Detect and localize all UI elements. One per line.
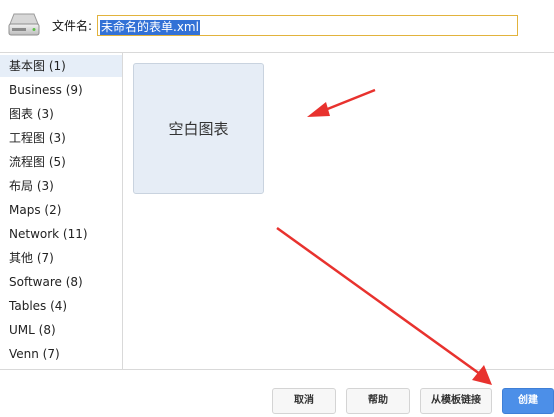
sidebar-item-charts[interactable]: 图表 (3) bbox=[0, 103, 122, 125]
sidebar-item-software[interactable]: Software (8) bbox=[0, 271, 122, 293]
filename-input[interactable]: 未命名的表单.xml bbox=[97, 15, 518, 36]
dialog-footer: 取消 帮助 从模板链接 创建 bbox=[0, 370, 554, 417]
sidebar-item-engineering[interactable]: 工程图 (3) bbox=[0, 127, 122, 149]
filename-header: 文件名: 未命名的表单.xml bbox=[0, 0, 554, 52]
sidebar-item-layout[interactable]: 布局 (3) bbox=[0, 175, 122, 197]
sidebar-item-uml[interactable]: UML (8) bbox=[0, 319, 122, 341]
cancel-button[interactable]: 取消 bbox=[272, 388, 336, 414]
sidebar-item-other[interactable]: 其他 (7) bbox=[0, 247, 122, 269]
sidebar-item-tables[interactable]: Tables (4) bbox=[0, 295, 122, 317]
template-card-blank[interactable]: 空白图表 bbox=[133, 63, 264, 194]
sidebar-item-network[interactable]: Network (11) bbox=[0, 223, 122, 245]
create-button[interactable]: 创建 bbox=[502, 388, 554, 414]
from-template-link-button[interactable]: 从模板链接 bbox=[420, 388, 492, 414]
sidebar-item-business[interactable]: Business (9) bbox=[0, 79, 122, 101]
template-card-title: 空白图表 bbox=[168, 120, 229, 138]
sidebar-item-basic[interactable]: 基本图 (1) bbox=[0, 55, 122, 77]
sidebar-item-maps[interactable]: Maps (2) bbox=[0, 199, 122, 221]
filename-input-value[interactable]: 未命名的表单.xml bbox=[100, 20, 200, 35]
template-grid: 空白图表 bbox=[123, 53, 554, 369]
help-button[interactable]: 帮助 bbox=[346, 388, 410, 414]
sidebar-item-flowchart[interactable]: 流程图 (5) bbox=[0, 151, 122, 173]
filename-label: 文件名: bbox=[52, 19, 93, 33]
template-panel: 基本图 (1) Business (9) 图表 (3) 工程图 (3) 流程图 … bbox=[0, 52, 554, 370]
hard-drive-icon bbox=[8, 13, 40, 36]
category-sidebar: 基本图 (1) Business (9) 图表 (3) 工程图 (3) 流程图 … bbox=[0, 53, 123, 369]
sidebar-item-venn[interactable]: Venn (7) bbox=[0, 343, 122, 365]
